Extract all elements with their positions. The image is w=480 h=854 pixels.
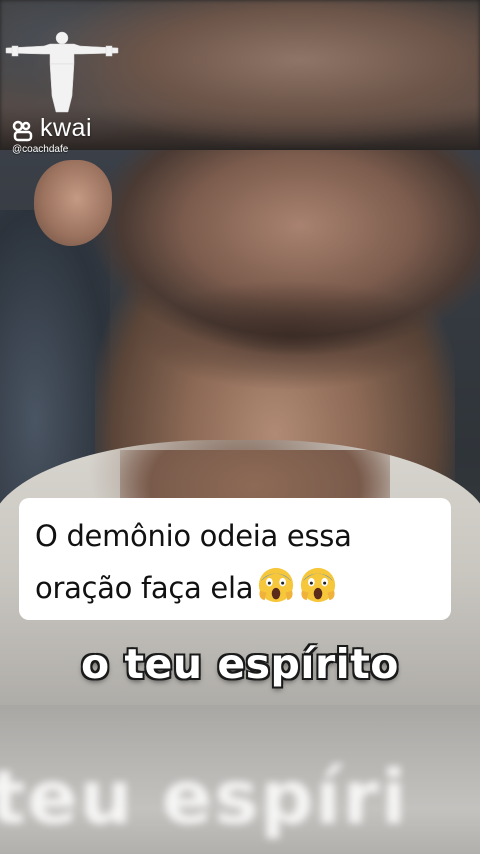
video-subtitle: o teu espírito bbox=[81, 640, 399, 688]
video-frame[interactable]: O demônio odeia essa oração faça ela o t… bbox=[0, 0, 480, 854]
bottom-blurred-band: teu espíri bbox=[0, 705, 480, 854]
video-content[interactable] bbox=[0, 150, 480, 705]
face-screaming-in-fear-icon bbox=[301, 567, 336, 603]
caption-line-2: oração faça ela bbox=[35, 562, 437, 614]
caption-line-1: O demônio odeia essa bbox=[35, 519, 352, 553]
face-screaming-in-fear-icon bbox=[259, 567, 294, 603]
creator-handle: @coachdafe bbox=[12, 144, 69, 155]
christ-statue-icon bbox=[5, 31, 119, 113]
caption-line-2-text: oração faça ela bbox=[35, 571, 254, 605]
blurred-subtitle: teu espíri bbox=[0, 755, 409, 841]
person-beard bbox=[140, 280, 440, 390]
kwai-logo-icon bbox=[12, 120, 33, 142]
kwai-watermark: kwai @coachdafe bbox=[4, 24, 124, 164]
kwai-wordmark: kwai bbox=[40, 114, 93, 142]
caption-box: O demônio odeia essa oração faça ela bbox=[19, 498, 451, 620]
